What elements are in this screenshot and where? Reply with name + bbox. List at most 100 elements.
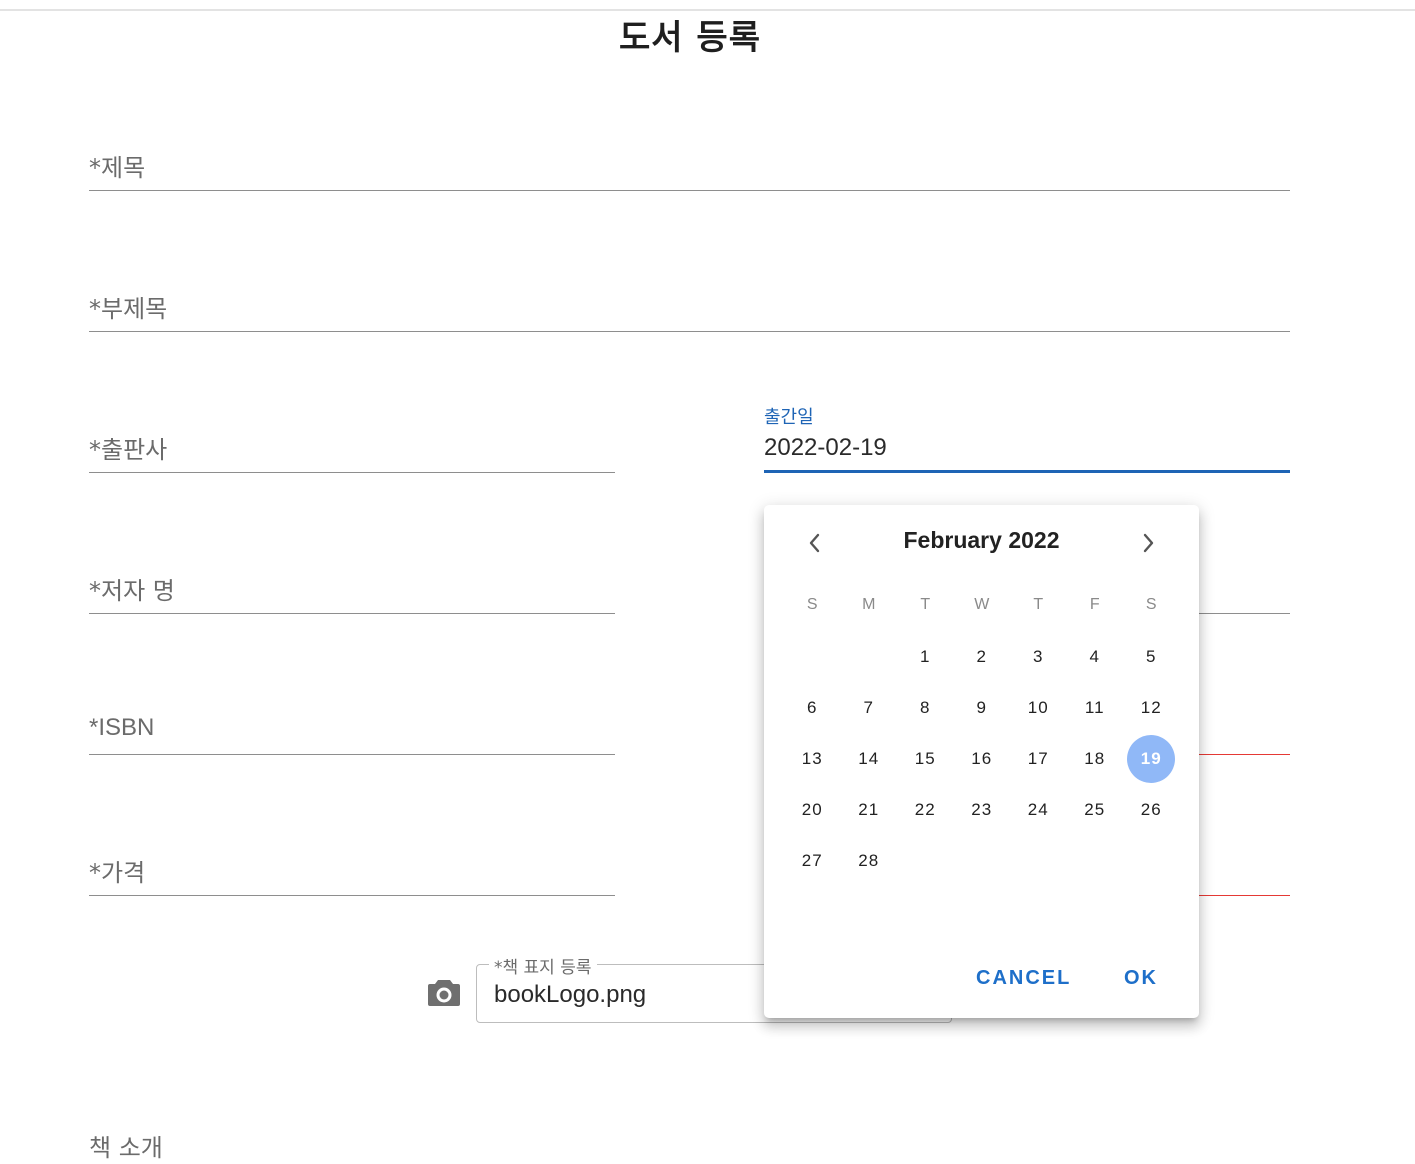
calendar-day-number: 14: [858, 749, 880, 768]
calendar-day-number: 19: [1127, 735, 1176, 783]
calendar-day[interactable]: 16: [954, 734, 1011, 784]
price-underline: [89, 895, 615, 896]
calendar-day[interactable]: 6: [784, 683, 841, 733]
date-picker-dialog: February 2022 S M T W T F S 1 2 3 4 5 6 7 8 9 10 1…: [764, 505, 1199, 1018]
cancel-button[interactable]: CANCEL: [976, 967, 1071, 990]
calendar-empty-cell: [1067, 836, 1124, 886]
calendar-day-number: 23: [971, 800, 993, 819]
weekday-label: W: [974, 596, 990, 613]
calendar-day-number: 24: [1027, 800, 1049, 819]
calendar-day[interactable]: 3: [1010, 632, 1067, 682]
author-label: *저자 명: [89, 577, 175, 605]
calendar-day[interactable]: 13: [784, 734, 841, 784]
calendar-day[interactable]: 20: [784, 785, 841, 835]
isbn-field[interactable]: *ISBN: [89, 704, 615, 755]
calendar-empty-cell: [1123, 836, 1180, 886]
calendar-day-number: 11: [1084, 698, 1105, 717]
calendar-week-row: 6 7 8 9 10 11 12: [784, 683, 1180, 733]
price-label: *가격: [89, 859, 146, 887]
calendar-day[interactable]: 12: [1123, 683, 1180, 733]
weekday-label: S: [1145, 596, 1157, 613]
calendar-day-number: 4: [1089, 647, 1100, 666]
calendar-day-number: 26: [1140, 800, 1162, 819]
calendar-day[interactable]: 27: [784, 836, 841, 886]
ok-button[interactable]: OK: [1124, 967, 1158, 990]
calendar-week-row: 13 14 15 16 17 18 19: [784, 734, 1180, 784]
calendar-week-row: 1 2 3 4 5: [784, 632, 1180, 682]
calendar-day-number: 6: [807, 698, 818, 717]
intro-label: 책 소개: [89, 1134, 163, 1162]
calendar-day[interactable]: 18: [1067, 734, 1124, 784]
calendar-day-number: 13: [801, 749, 823, 768]
weekday-label: T: [920, 596, 931, 613]
calendar-week-row: 27 28: [784, 836, 1180, 886]
calendar-day[interactable]: 4: [1067, 632, 1124, 682]
calendar-empty-cell: [841, 632, 898, 682]
subtitle-underline: [89, 331, 1290, 332]
calendar-day-number: 21: [858, 800, 880, 819]
calendar-day[interactable]: 1: [897, 632, 954, 682]
subtitle-field[interactable]: *부제목: [89, 281, 1290, 332]
calendar-day[interactable]: 7: [841, 683, 898, 733]
calendar-day-number: 12: [1140, 698, 1162, 717]
calendar-day-number: 3: [1033, 647, 1044, 666]
calendar-day[interactable]: 25: [1067, 785, 1124, 835]
camera-icon[interactable]: [427, 977, 461, 1007]
calendar-day[interactable]: 26: [1123, 785, 1180, 835]
calendar-day-number: 2: [976, 647, 987, 666]
calendar-empty-cell: [784, 632, 841, 682]
weekday-label: F: [1089, 596, 1100, 613]
publisher-field[interactable]: *출판사: [89, 422, 615, 473]
calendar-day-number: 16: [971, 749, 993, 768]
calendar-day[interactable]: 23: [954, 785, 1011, 835]
calendar-empty-cell: [897, 836, 954, 886]
title-label: *제목: [89, 154, 146, 182]
calendar-day-number: 27: [801, 851, 823, 870]
price-field[interactable]: *가격: [89, 845, 615, 896]
calendar-day[interactable]: 14: [841, 734, 898, 784]
calendar-day-number: 18: [1084, 749, 1106, 768]
calendar-day-number: 10: [1027, 698, 1049, 717]
calendar-day[interactable]: 19: [1123, 734, 1180, 784]
weekday-header: S M T W T F S: [784, 587, 1180, 623]
calendar-day[interactable]: 24: [1010, 785, 1067, 835]
calendar-day[interactable]: 28: [841, 836, 898, 886]
calendar-week-row: 20 21 22 23 24 25 26: [784, 785, 1180, 835]
publisher-underline: [89, 472, 615, 473]
subtitle-label: *부제목: [89, 295, 168, 323]
calendar-day-number: 17: [1027, 749, 1049, 768]
title-field[interactable]: *제목: [89, 140, 1290, 191]
cover-file-name: bookLogo.png: [494, 981, 647, 1008]
calendar-day[interactable]: 15: [897, 734, 954, 784]
publisher-label: *출판사: [89, 436, 168, 464]
isbn-underline: [89, 754, 615, 755]
author-field[interactable]: *저자 명: [89, 563, 615, 614]
calendar-empty-cell: [1010, 836, 1067, 886]
pubdate-value[interactable]: 2022-02-19: [764, 434, 887, 462]
calendar-day-number: 1: [920, 647, 931, 666]
cover-label: *책 표지 등록: [489, 953, 597, 978]
calendar-day[interactable]: 5: [1123, 632, 1180, 682]
next-month-button[interactable]: [1128, 523, 1168, 563]
chevron-right-icon: [1143, 533, 1154, 553]
calendar-day[interactable]: 22: [897, 785, 954, 835]
weekday-label: T: [1033, 596, 1044, 613]
calendar-day-number: 7: [863, 698, 874, 717]
isbn-label: *ISBN: [89, 714, 155, 741]
calendar-day[interactable]: 2: [954, 632, 1011, 682]
calendar-day[interactable]: 10: [1010, 683, 1067, 733]
calendar-day[interactable]: 21: [841, 785, 898, 835]
calendar-empty-cell: [954, 836, 1011, 886]
page-title: 도서 등록: [619, 18, 761, 58]
calendar-day-number: 5: [1146, 647, 1157, 666]
calendar-day[interactable]: 17: [1010, 734, 1067, 784]
calendar-day[interactable]: 11: [1067, 683, 1124, 733]
pubdate-field[interactable]: 출간일 2022-02-19: [764, 403, 1290, 473]
calendar-day[interactable]: 9: [954, 683, 1011, 733]
weekday-label: M: [862, 596, 876, 613]
calendar-day-number: 28: [858, 851, 880, 870]
calendar-day[interactable]: 8: [897, 683, 954, 733]
calendar-day-number: 20: [801, 800, 823, 819]
calendar-day-number: 9: [976, 698, 987, 717]
author-underline: [89, 613, 615, 614]
